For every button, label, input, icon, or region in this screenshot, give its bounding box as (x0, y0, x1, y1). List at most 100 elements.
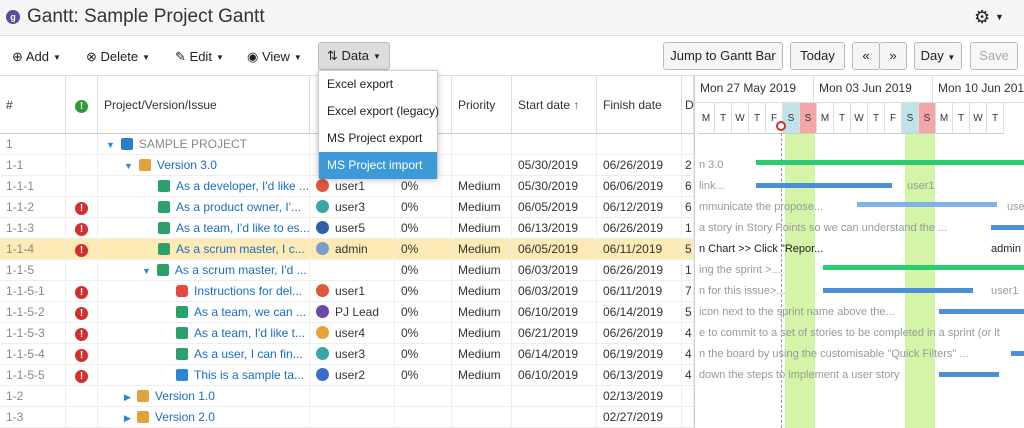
gantt-bar[interactable] (939, 309, 1024, 314)
priority-cell (452, 134, 512, 155)
gantt-label: link... (699, 180, 725, 192)
col-header-start[interactable]: Start date ↑ (512, 76, 597, 134)
gantt-bar[interactable] (823, 288, 973, 293)
issue-link[interactable]: As a user, I can fin... (194, 347, 303, 361)
issue-link[interactable]: As a team, I'd like t... (194, 326, 305, 340)
issue-link[interactable]: Instructions for del... (194, 284, 302, 298)
assignee-name: PJ Lead (335, 305, 380, 319)
table-row[interactable]: 1-1-5-3! As a team, I'd like t... user4 0% M… (0, 323, 694, 344)
issue-cell[interactable]: ▼ Version 3.0 (98, 155, 310, 176)
progress-cell (395, 386, 452, 407)
menu-item-excel-export-legacy[interactable]: Excel export (legacy) (319, 98, 439, 125)
data-button[interactable]: ⇅ Data ▼ (318, 42, 390, 70)
error-icon: ! (75, 202, 88, 215)
gantt-bar[interactable] (857, 202, 997, 207)
delete-button[interactable]: ⊗ Delete ▼ (86, 44, 150, 70)
duration-cell (682, 407, 694, 428)
issue-cell[interactable]: As a scrum master, I c... (98, 239, 310, 260)
row-number: 1-1-3 (0, 218, 66, 239)
today-button[interactable]: Today (790, 42, 845, 70)
issue-link[interactable]: Version 3.0 (157, 158, 217, 172)
issue-link[interactable]: As a team, I'd like to es... (176, 221, 309, 235)
gantt-label: n 3.0 (699, 159, 724, 171)
settings-chevron-down-icon[interactable]: ▼ (995, 12, 1004, 22)
gantt-bar[interactable] (1011, 351, 1024, 356)
issue-cell[interactable]: ▼ As a scrum master, I'd ... (98, 260, 310, 281)
chevron-down-icon: ▼ (293, 52, 302, 62)
table-row[interactable]: 1-2 ▶ Version 1.0 02/13/2019 (0, 386, 694, 407)
issue-cell[interactable]: As a product owner, I'... (98, 197, 310, 218)
avatar (316, 347, 329, 360)
issue-cell[interactable]: As a team, I'd like t... (98, 323, 310, 344)
issue-link[interactable]: As a team, we can ... (194, 305, 306, 319)
gear-icon[interactable]: ⚙ (974, 7, 990, 28)
table-row[interactable]: 1-1-5-2! As a team, we can ... PJ Lead 0% Me… (0, 302, 694, 323)
col-header-status[interactable]: ! (66, 76, 98, 134)
gantt-bar-parent[interactable] (823, 265, 1024, 270)
issue-link[interactable]: As a scrum master, I c... (176, 242, 305, 256)
collapse-triangle-icon[interactable]: ▼ (142, 266, 151, 276)
view-button[interactable]: ◉ View ▼ (247, 44, 302, 70)
issue-cell[interactable]: As a developer, I'd like ... (98, 176, 310, 197)
menu-item-excel-export[interactable]: Excel export (319, 71, 437, 98)
zoom-select[interactable]: Day ▼ (914, 42, 962, 70)
menu-item-ms-project-export[interactable]: MS Project export (319, 125, 437, 152)
save-button[interactable]: Save (970, 42, 1018, 70)
col-header-priority[interactable]: Priority (452, 76, 512, 134)
scroll-left-button[interactable]: « (852, 42, 880, 70)
priority-cell (452, 155, 512, 176)
issue-cell[interactable]: As a user, I can fin... (98, 344, 310, 365)
issue-cell[interactable]: ▶ Version 2.0 (98, 407, 310, 428)
table-row[interactable]: 1-1-5-5! This is a sample ta... user2 0% Med… (0, 365, 694, 386)
proj-icon (120, 138, 133, 150)
col-header-duration[interactable]: D (682, 76, 694, 134)
col-header-issue[interactable]: Project/Version/Issue (98, 76, 310, 134)
issue-cell[interactable]: This is a sample ta... (98, 365, 310, 386)
table-row[interactable]: 1-1-5 ▼ As a scrum master, I'd ... 0% Medium… (0, 260, 694, 281)
gantt-bar[interactable] (756, 183, 892, 188)
scroll-right-button[interactable]: » (879, 42, 907, 70)
col-header-finish[interactable]: Finish date (597, 76, 682, 134)
gantt-bar[interactable] (939, 372, 999, 377)
table-row[interactable]: 1-1-3! As a team, I'd like to es... user5 0… (0, 218, 694, 239)
toolbar: ⊕ Add ▼ ⊗ Delete ▼ ✎ Edit ▼ ◉ View ▼ ⇅ Data ▼… (0, 36, 1024, 76)
expand-triangle-icon[interactable]: ▶ (124, 392, 131, 402)
table-row[interactable]: 1-1-4! As a scrum master, I c... admin 0% Me… (0, 239, 694, 260)
finish-date-cell: 02/27/2019 (597, 407, 682, 428)
table-row[interactable]: 1-1-2! As a product owner, I'... user3 0% Me… (0, 197, 694, 218)
issue-link[interactable]: Version 1.0 (155, 389, 215, 403)
issue-link[interactable]: As a developer, I'd like ... (176, 179, 309, 193)
collapse-triangle-icon[interactable]: ▼ (106, 140, 115, 150)
issue-link[interactable]: As a scrum master, I'd ... (175, 263, 307, 277)
issue-cell[interactable]: As a team, I'd like to es... (98, 218, 310, 239)
duration-cell: 1 (682, 218, 694, 239)
gantt-label: n the board by using the customisable "Q… (699, 348, 969, 360)
duration-cell (682, 386, 694, 407)
issue-cell[interactable]: Instructions for del... (98, 281, 310, 302)
table-row[interactable]: 1-1-1 As a developer, I'd like ... user1 0%… (0, 176, 694, 197)
jump-to-gantt-bar-button[interactable]: Jump to Gantt Bar (663, 42, 783, 70)
edit-button[interactable]: ✎ Edit ▼ (175, 44, 224, 70)
menu-item-ms-project-import[interactable]: MS Project import (319, 152, 437, 179)
table-row[interactable]: 1-1-5-1! Instructions for del... user1 0% Me… (0, 281, 694, 302)
gantt-bar-version[interactable] (756, 160, 1024, 165)
story-icon (176, 327, 188, 339)
issue-link[interactable]: Version 2.0 (155, 410, 215, 424)
issue-link[interactable]: This is a sample ta... (194, 368, 304, 382)
expand-triangle-icon[interactable]: ▶ (124, 413, 131, 423)
view-label: View (261, 49, 290, 64)
collapse-triangle-icon[interactable]: ▼ (124, 161, 133, 171)
gantt-label: e to commit to a set of stories to be co… (699, 327, 1000, 339)
add-button[interactable]: ⊕ Add ▼ (12, 44, 61, 70)
issue-cell[interactable]: ▼ SAMPLE PROJECT (98, 134, 310, 155)
issue-cell[interactable]: As a team, we can ... (98, 302, 310, 323)
issue-link[interactable]: As a product owner, I'... (176, 200, 301, 214)
zoom-value: Day (920, 48, 944, 63)
row-status (66, 260, 98, 281)
col-header-num[interactable]: # (0, 76, 66, 134)
day-header: S (783, 103, 800, 134)
gantt-bar[interactable] (991, 225, 1024, 230)
issue-cell[interactable]: ▶ Version 1.0 (98, 386, 310, 407)
table-row[interactable]: 1-1-5-4! As a user, I can fin... user3 0% Me… (0, 344, 694, 365)
table-row[interactable]: 1-3 ▶ Version 2.0 02/27/2019 (0, 407, 694, 428)
